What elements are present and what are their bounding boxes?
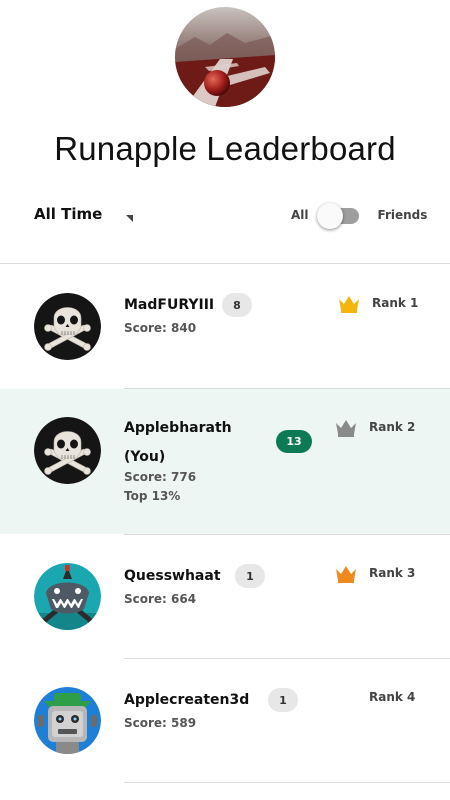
level-badge: 13 xyxy=(276,430,312,453)
toggle-friends-label: Friends xyxy=(377,208,428,222)
level-badge: 1 xyxy=(235,564,265,588)
dropdown-caret-icon xyxy=(124,209,134,222)
leaderboard-row-current-user[interactable]: Applebharath (You) Score: 776 Top 13% 13… xyxy=(0,389,450,534)
page-title: Runapple Leaderboard xyxy=(54,130,396,167)
rank-label: Rank 1 xyxy=(372,296,419,310)
toggle-knob[interactable] xyxy=(316,203,343,229)
player-score: Score: 664 xyxy=(124,592,197,606)
rank-label: Rank 2 xyxy=(369,420,416,434)
robot-avatar xyxy=(34,687,101,754)
friends-toggle-switch[interactable] xyxy=(316,202,361,229)
rank-label: Rank 3 xyxy=(369,566,416,580)
friends-toggle-group: All Friends xyxy=(291,202,428,229)
skull-avatar xyxy=(34,417,101,484)
gold-crown-icon xyxy=(338,295,360,313)
player-name: Applecreaten3d xyxy=(124,692,250,708)
leaderboard-row[interactable]: MadFURYIII 8 Score: 840 Rank 1 xyxy=(0,264,450,388)
game-logo-image xyxy=(175,7,275,107)
player-name: Quesswhaat xyxy=(124,568,221,584)
time-filter-dropdown[interactable]: All Time xyxy=(34,205,134,223)
rank-label: Rank 4 xyxy=(369,690,416,704)
level-badge: 1 xyxy=(268,688,298,712)
silver-crown-icon xyxy=(335,419,357,437)
time-filter-label: All Time xyxy=(34,205,103,223)
leaderboard-row[interactable]: Applecreaten3d 1 Score: 589 Rank 4 xyxy=(0,659,450,782)
shark-avatar xyxy=(34,563,101,630)
player-score: Score: 840 xyxy=(124,321,197,335)
you-label: (You) xyxy=(124,449,166,465)
player-score: Score: 776 xyxy=(124,470,197,484)
leaderboard-row[interactable]: Quesswhaat 1 Score: 664 Rank 3 xyxy=(0,535,450,658)
top-percent: Top 13% xyxy=(124,489,181,503)
toggle-all-label: All xyxy=(291,208,309,222)
skull-avatar xyxy=(34,293,101,360)
level-badge: 8 xyxy=(222,293,252,317)
player-name: Applebharath xyxy=(124,420,232,436)
player-score: Score: 589 xyxy=(124,716,197,730)
bronze-crown-icon xyxy=(335,565,357,583)
row-divider xyxy=(124,782,450,783)
player-name: MadFURYIII xyxy=(124,297,215,313)
